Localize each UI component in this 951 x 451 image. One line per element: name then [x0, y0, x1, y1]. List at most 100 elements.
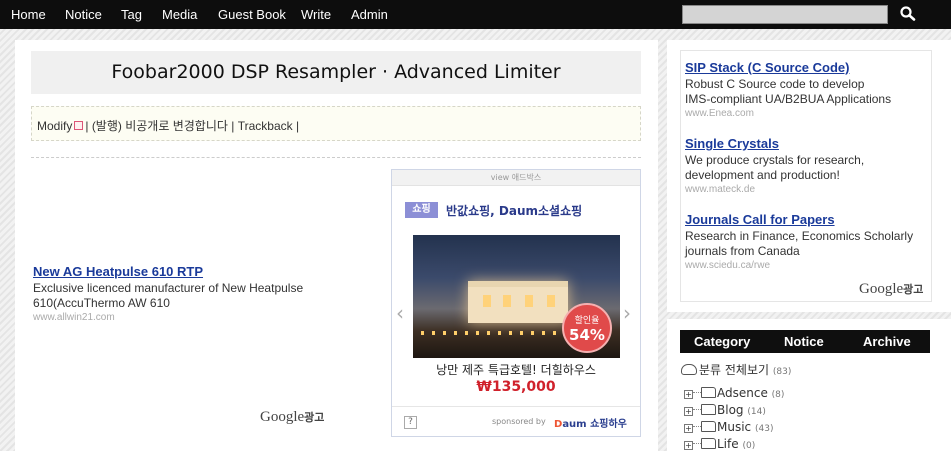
- ad-description: Exclusive licenced manufacturer of New H…: [33, 281, 304, 295]
- trackback-link[interactable]: Trackback: [238, 119, 293, 133]
- ad-url[interactable]: www.mateck.de: [685, 183, 931, 196]
- google-logo-text: Google: [859, 281, 904, 297]
- nav-tag[interactable]: Tag: [121, 7, 142, 22]
- sponsored-by-label: sponsored by: [492, 417, 546, 426]
- edit-icon: [74, 121, 84, 130]
- product-caption[interactable]: 낭만 제주 특급호텔! 더힐하우스: [392, 361, 640, 378]
- window: [525, 295, 533, 307]
- dashed-divider: [31, 157, 641, 158]
- tree-branch: [693, 426, 701, 427]
- ad-label: 광고: [304, 411, 325, 424]
- post-admin-bar: Modify | (발행) 비공개로 변경합니다 | Trackback |: [31, 106, 641, 141]
- separator: |: [85, 119, 89, 133]
- window: [503, 295, 511, 307]
- make-private-link[interactable]: (발행) 비공개로 변경합니다: [92, 119, 228, 133]
- nav-guest-book[interactable]: Guest Book: [218, 7, 286, 22]
- daum-logo-text: aum 쇼핑하우: [562, 419, 627, 430]
- modify-link[interactable]: Modify: [37, 119, 72, 133]
- discount-label: 할인율: [574, 316, 600, 326]
- category-label: Blog: [717, 403, 744, 417]
- nav-write[interactable]: Write: [301, 7, 331, 22]
- product-price: ₩135,000: [476, 379, 556, 395]
- tree-branch: [693, 409, 701, 410]
- separator: |: [231, 119, 235, 133]
- google-ads-logo[interactable]: Google광고: [859, 281, 923, 298]
- category-label: Music: [717, 420, 752, 434]
- sidebar-google-ads: SIP Stack (C Source Code) Robust C Sourc…: [667, 40, 951, 312]
- expand-icon[interactable]: +: [684, 390, 693, 399]
- ad-description: journals from Canada: [685, 244, 800, 258]
- category-item-adsence[interactable]: + Adsence (8): [684, 386, 784, 400]
- tree-branch: [693, 392, 701, 393]
- shopping-headline[interactable]: 반값쇼핑, Daum소셜쇼핑: [446, 202, 582, 219]
- ad-title-link[interactable]: New AG Heatpulse 610 RTP: [33, 264, 353, 279]
- tree-branch: [693, 443, 701, 444]
- ad-description: Research in Finance, Economics Scholarly: [685, 229, 914, 243]
- adbox-header: view 애드박스: [392, 170, 640, 186]
- category-item-music[interactable]: + Music (43): [684, 420, 773, 434]
- daum-shopping-logo[interactable]: Daum 쇼핑하우: [554, 415, 627, 430]
- shopping-badge: 쇼핑: [405, 202, 438, 218]
- category-root-label: 분류 전체보기: [699, 363, 770, 377]
- cloud-folder-icon: [681, 364, 697, 375]
- folder-icon: [701, 404, 716, 415]
- sidebar-ad: Single Crystals We produce crystals for …: [685, 136, 931, 196]
- folder-icon: [701, 438, 716, 449]
- tab-notice[interactable]: Notice: [784, 334, 824, 349]
- ad-description: Robust C Source code to develop: [685, 77, 865, 91]
- expand-icon[interactable]: +: [684, 407, 693, 416]
- main-content: Foobar2000 DSP Resampler · Advanced Limi…: [15, 40, 658, 451]
- ad-description: We produce crystals for research,: [685, 153, 865, 167]
- ad-description: development and production!: [685, 168, 840, 182]
- nav-home[interactable]: Home: [11, 7, 46, 22]
- category-count: (8): [771, 390, 785, 400]
- ad-title-link[interactable]: SIP Stack (C Source Code): [685, 60, 931, 75]
- ad-title-link[interactable]: Journals Call for Papers: [685, 212, 931, 227]
- nav-notice[interactable]: Notice: [65, 7, 102, 22]
- separator: |: [295, 119, 300, 133]
- nav-admin[interactable]: Admin: [351, 7, 388, 22]
- post-title[interactable]: Foobar2000 DSP Resampler · Advanced Limi…: [31, 61, 641, 83]
- help-button[interactable]: ?: [404, 416, 417, 429]
- expand-icon[interactable]: +: [684, 441, 693, 450]
- adbox-footer: ? sponsored by Daum 쇼핑하우: [392, 406, 640, 436]
- category-label: Life: [717, 437, 739, 451]
- category-count: (83): [772, 367, 792, 377]
- ad-url[interactable]: www.allwin21.com: [33, 311, 353, 324]
- tab-archive[interactable]: Archive: [863, 334, 911, 349]
- sidebar-ads-box: SIP Stack (C Source Code) Robust C Sourc…: [680, 50, 932, 302]
- folder-icon: [701, 387, 716, 398]
- google-ad-left: New AG Heatpulse 610 RTP Exclusive licen…: [33, 264, 353, 324]
- expand-icon[interactable]: +: [684, 424, 693, 433]
- tab-category[interactable]: Category: [694, 334, 750, 349]
- ad-description: 610(AccuThermo AW 610: [33, 296, 170, 310]
- ad-description: IMS-compliant UA/B2BUA Applications: [685, 92, 892, 106]
- window: [483, 295, 491, 307]
- window: [547, 295, 555, 307]
- post-title-box: Foobar2000 DSP Resampler · Advanced Limi…: [31, 51, 641, 94]
- category-root[interactable]: 분류 전체보기 (83): [681, 361, 791, 378]
- widget-tab-bar: Category Notice Archive: [680, 330, 930, 353]
- search-icon: [900, 6, 916, 21]
- view-adbox: view 애드박스 쇼핑 반값쇼핑, Daum소셜쇼핑 ‹ 할인율 54% › …: [391, 169, 641, 437]
- category-item-life[interactable]: + Life (0): [684, 437, 755, 451]
- ad-label: 광고: [903, 283, 924, 296]
- top-nav-bar: Home Notice Tag Media Guest Book Write A…: [0, 0, 951, 29]
- hotel-photo[interactable]: 할인율 54%: [413, 235, 620, 358]
- category-count: (0): [742, 441, 756, 451]
- prev-arrow-icon[interactable]: ‹: [396, 301, 404, 325]
- next-arrow-icon[interactable]: ›: [623, 301, 631, 325]
- category-item-blog[interactable]: + Blog (14): [684, 403, 766, 417]
- search-button[interactable]: [897, 4, 919, 24]
- sidebar-category-widget: Category Notice Archive 분류 전체보기 (83) + Ad…: [667, 319, 951, 451]
- category-count: (14): [747, 407, 766, 417]
- ad-url[interactable]: www.sciedu.ca/rwe: [685, 259, 931, 272]
- discount-percent: 54%: [569, 326, 605, 344]
- search-input[interactable]: [682, 5, 888, 24]
- nav-media[interactable]: Media: [162, 7, 197, 22]
- sidebar-ad: SIP Stack (C Source Code) Robust C Sourc…: [685, 60, 931, 120]
- google-ads-logo[interactable]: Google광고: [260, 409, 324, 426]
- ad-title-link[interactable]: Single Crystals: [685, 136, 931, 151]
- category-label: Adsence: [717, 386, 768, 400]
- ad-url[interactable]: www.Enea.com: [685, 107, 931, 120]
